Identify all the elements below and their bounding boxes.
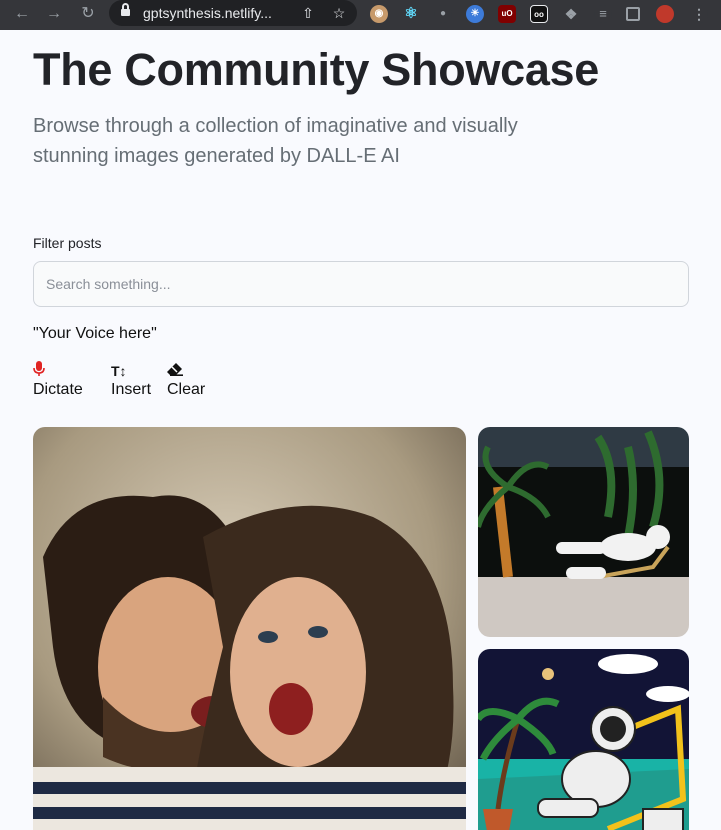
forward-arrow-icon[interactable]: → — [44, 4, 64, 24]
dictate-button[interactable]: Dictate — [33, 361, 83, 399]
couple-screaming-photo — [33, 427, 466, 830]
adblock-icon[interactable]: oo — [530, 5, 548, 23]
ublock-icon[interactable]: uO — [498, 5, 516, 23]
react-devtools-icon[interactable]: ⚛ — [402, 5, 420, 23]
side-panel-icon[interactable] — [626, 7, 640, 21]
eraser-icon — [167, 361, 205, 381]
reading-list-icon[interactable]: ≡ — [594, 5, 612, 23]
browser-toolbar: ← → ↻ gptsynthesis.netlify... ⇧ ☆ ◉ ⚛ ● … — [0, 0, 721, 30]
dictate-label: Dictate — [33, 381, 83, 398]
gallery-card-astronaut-lounging[interactable] — [478, 427, 689, 637]
clear-button[interactable]: Clear — [167, 361, 205, 399]
page-subtitle: Browse through a collection of imaginati… — [33, 115, 518, 167]
extension-icon[interactable]: ● — [434, 5, 452, 23]
address-bar[interactable]: gptsynthesis.netlify... ⇧ ☆ — [109, 0, 357, 26]
gallery-card-astronaut-cartoon[interactable] — [478, 649, 689, 830]
star-icon[interactable]: ☆ — [330, 4, 348, 22]
avatar[interactable] — [656, 5, 674, 23]
menu-icon[interactable]: ⋮ — [690, 5, 708, 23]
back-arrow-icon[interactable]: ← — [12, 4, 32, 24]
clear-label: Clear — [167, 381, 206, 398]
page-content: The Community Showcase Browse through a … — [0, 30, 721, 830]
astronaut-cartoon-illustration — [478, 649, 689, 830]
voice-transcript: "Your Voice here" — [33, 325, 157, 342]
page-title: The Community Showcase — [33, 44, 600, 95]
text-insert-icon: T↕ — [111, 363, 127, 379]
microphone-icon — [33, 361, 83, 381]
filter-label: Filter posts — [33, 235, 102, 251]
owl-extension-icon[interactable]: ◉ — [370, 5, 388, 23]
url-text: gptsynthesis.netlify... — [143, 5, 272, 21]
search-input[interactable] — [33, 261, 689, 307]
astronaut-lounging-by-palm-photo — [478, 427, 689, 637]
insert-label: Insert — [111, 381, 152, 398]
insert-button[interactable]: T↕ Insert — [111, 361, 151, 399]
puzzle-icon[interactable]: ❖ — [562, 5, 580, 23]
share-icon[interactable]: ⇧ — [299, 4, 317, 22]
reload-icon[interactable]: ↻ — [78, 4, 98, 24]
lock-icon — [121, 3, 130, 17]
gallery-card-couple[interactable] — [33, 427, 466, 830]
sun-extension-icon[interactable]: ☀ — [466, 5, 484, 23]
